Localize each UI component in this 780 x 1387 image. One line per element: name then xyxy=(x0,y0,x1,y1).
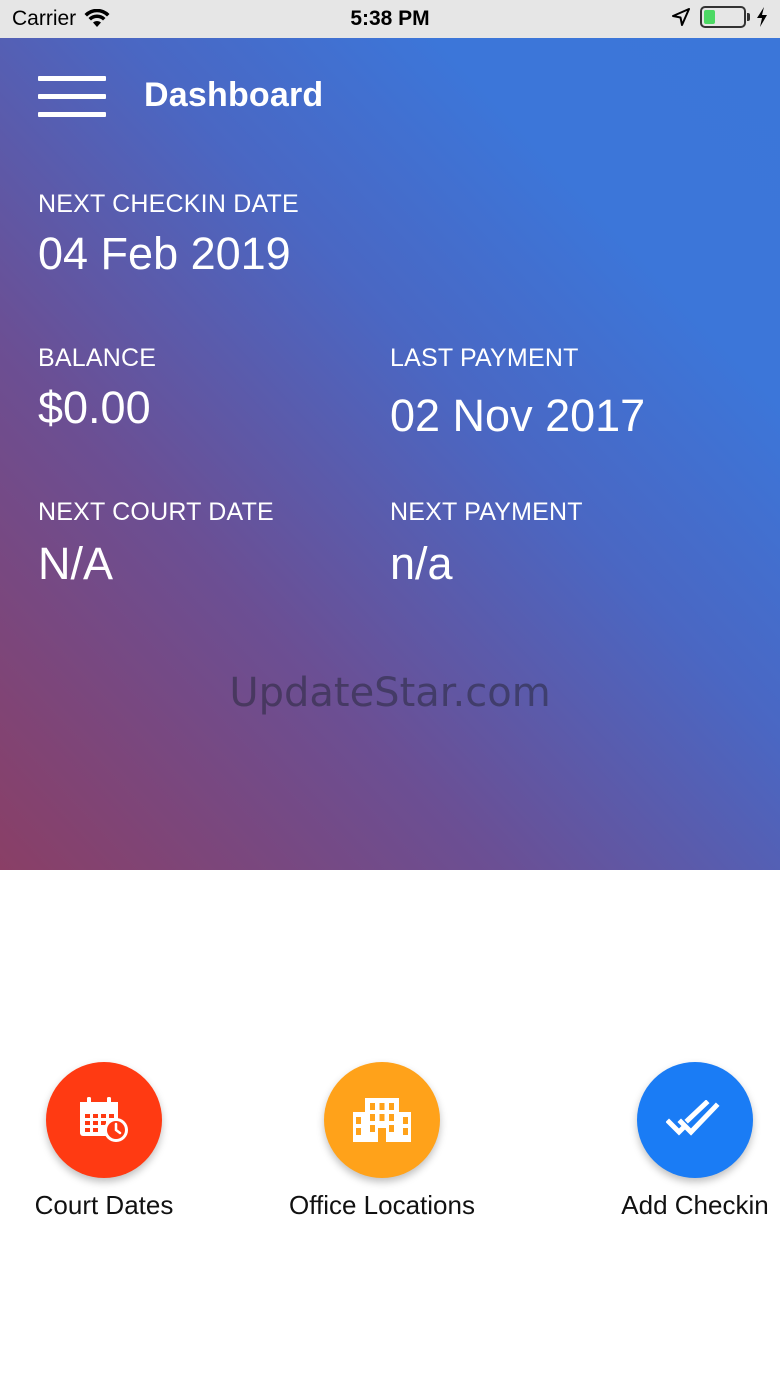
next-checkin-label: NEXT CHECKIN DATE xyxy=(38,190,299,218)
location-arrow-icon xyxy=(672,8,690,26)
add-checkin-circle[interactable] xyxy=(637,1062,753,1178)
double-check-icon xyxy=(666,1100,720,1136)
add-checkin-label: Add Checkin xyxy=(621,1190,769,1220)
hamburger-menu-icon[interactable] xyxy=(38,76,106,118)
page-title: Dashboard xyxy=(144,76,324,114)
next-payment-value: n/a xyxy=(390,538,453,589)
office-locations-circle[interactable] xyxy=(324,1062,440,1178)
building-icon xyxy=(353,1098,411,1142)
office-locations-label: Office Locations xyxy=(289,1190,475,1220)
balance-value: $0.00 xyxy=(38,382,151,433)
last-payment-value: 02 Nov 2017 xyxy=(390,390,646,441)
court-dates-button[interactable]: Court Dates xyxy=(0,1062,224,1221)
watermark: UpdateStar.com xyxy=(229,670,551,716)
status-bar: Carrier 5:38 PM xyxy=(0,0,780,38)
next-payment-label: NEXT PAYMENT xyxy=(390,498,583,526)
next-court-value: N/A xyxy=(38,538,114,589)
next-court-label: NEXT COURT DATE xyxy=(38,498,274,526)
court-dates-label: Court Dates xyxy=(34,1190,174,1220)
add-checkin-button[interactable]: Add Checkin xyxy=(575,1062,780,1221)
battery-icon xyxy=(700,6,750,28)
bolt-icon xyxy=(757,7,767,27)
status-left: Carrier xyxy=(12,7,110,31)
next-checkin-value: 04 Feb 2019 xyxy=(38,228,291,279)
clock: 5:38 PM xyxy=(350,7,430,30)
office-locations-button[interactable]: Office Locations xyxy=(279,1062,485,1221)
battery-level xyxy=(704,10,715,24)
last-payment-label: LAST PAYMENT xyxy=(390,344,579,372)
wifi-icon xyxy=(84,9,110,27)
court-dates-circle[interactable] xyxy=(46,1062,162,1178)
carrier-label: Carrier xyxy=(12,7,77,30)
dashboard-hero: Dashboard NEXT CHECKIN DATE 04 Feb 2019 … xyxy=(0,38,780,870)
calendar-clock-icon xyxy=(80,1097,128,1142)
balance-label: BALANCE xyxy=(38,344,157,372)
status-right xyxy=(672,6,768,28)
